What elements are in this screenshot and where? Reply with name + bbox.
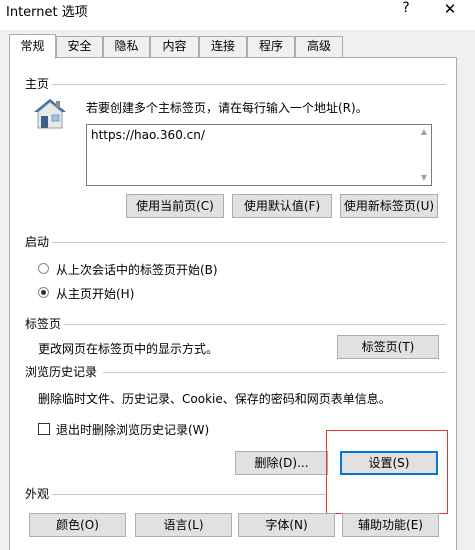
colors-button[interactable]: 颜色(O) — [29, 513, 126, 537]
languages-button[interactable]: 语言(L) — [135, 513, 232, 537]
home-url-textarea[interactable]: https://hao.360.cn/ ▲ ▼ — [86, 124, 432, 186]
tabs-settings-button[interactable]: 标签页(T) — [337, 335, 439, 359]
window-title: Internet 选项 — [6, 5, 88, 20]
fonts-button[interactable]: 字体(N) — [238, 513, 335, 537]
tab-connections[interactable]: 连接 — [199, 36, 247, 57]
use-default-button[interactable]: 使用默认值(F) — [232, 194, 332, 218]
startup-section-divider — [52, 242, 446, 243]
tab-content[interactable]: 内容 — [150, 36, 199, 57]
startup-section-title: 启动 — [25, 235, 50, 249]
title-bar: Internet 选项 ? ✕ — [0, 0, 475, 30]
tab-privacy[interactable]: 隐私 — [103, 36, 150, 57]
tab-security[interactable]: 安全 — [56, 36, 103, 57]
house-icon — [34, 99, 66, 129]
home-section-divider — [52, 84, 446, 85]
help-button[interactable]: ? — [398, 0, 414, 18]
tabs-section-title: 标签页 — [25, 317, 62, 331]
scroll-up-icon[interactable]: ▲ — [419, 127, 429, 137]
close-button[interactable]: ✕ — [438, 0, 462, 20]
tab-programs[interactable]: 程序 — [247, 36, 295, 57]
history-section-divider — [103, 372, 446, 373]
startup-last-session-label: 从上次会话中的标签页开始(B) — [56, 263, 218, 277]
use-current-button[interactable]: 使用当前页(C) — [126, 194, 224, 218]
tab-strip: 常规 安全 隐私 内容 连接 程序 高级 — [0, 34, 475, 59]
delete-history-button[interactable]: 删除(D)... — [235, 451, 328, 475]
startup-last-session-radio[interactable] — [38, 263, 49, 274]
home-instruction: 若要创建多个主标签页，请在每行输入一个地址(R)。 — [86, 101, 368, 115]
delete-on-exit-checkbox[interactable] — [38, 423, 50, 435]
use-new-tab-button[interactable]: 使用新标签页(U) — [340, 194, 438, 218]
tabs-section-divider — [64, 324, 446, 325]
appearance-section-divider — [52, 494, 326, 495]
startup-home-label: 从主页开始(H) — [56, 287, 135, 301]
tab-advanced[interactable]: 高级 — [295, 36, 343, 57]
accessibility-button[interactable]: 辅助功能(E) — [342, 513, 439, 537]
settings-highlight-box — [326, 430, 448, 514]
scroll-down-icon[interactable]: ▼ — [419, 173, 429, 183]
delete-on-exit-label: 退出时删除浏览历史记录(W) — [56, 423, 210, 437]
home-section-title: 主页 — [25, 77, 50, 91]
history-description: 删除临时文件、历史记录、Cookie、保存的密码和网页表单信息。 — [38, 392, 391, 406]
tab-general[interactable]: 常规 — [9, 34, 56, 59]
tabs-description: 更改网页在标签页中的显示方式。 — [38, 342, 219, 356]
startup-home-radio[interactable] — [38, 287, 49, 298]
home-url-value: https://hao.360.cn/ — [91, 128, 205, 142]
appearance-section-title: 外观 — [25, 487, 50, 501]
history-section-title: 浏览历史记录 — [25, 365, 98, 379]
